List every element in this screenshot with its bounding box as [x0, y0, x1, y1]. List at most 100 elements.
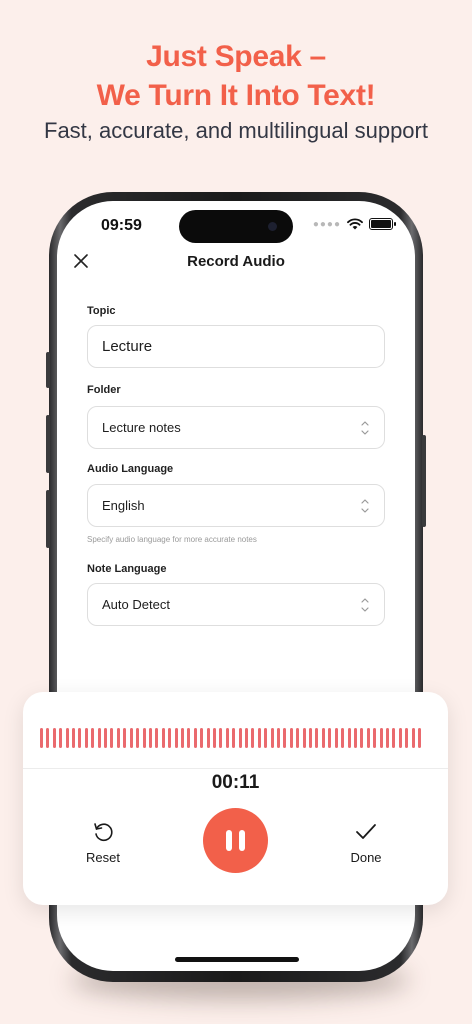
dynamic-island [179, 210, 293, 243]
waveform-bar [193, 728, 197, 748]
audio-language-value: English [102, 498, 145, 513]
reset-icon [94, 823, 113, 842]
note-language-value: Auto Detect [102, 597, 170, 612]
waveform [40, 728, 421, 750]
waveform-bar [347, 728, 351, 748]
topic-value: Lecture [102, 338, 153, 355]
waveform-bar [136, 728, 140, 748]
phone-volume-up [46, 415, 50, 473]
status-icons: ●●●● [312, 218, 396, 230]
waveform-bar [360, 728, 364, 748]
waveform-bar [251, 728, 255, 748]
waveform-bar [417, 728, 421, 748]
waveform-bar [142, 728, 146, 748]
done-button[interactable]: Done [336, 820, 396, 865]
phone-side-button [46, 352, 50, 388]
waveform-bar [289, 728, 293, 748]
waveform-bar [245, 728, 248, 748]
divider [23, 768, 448, 769]
waveform-bar [225, 728, 229, 748]
waveform-bar [277, 728, 281, 748]
waveform-bar [200, 728, 204, 748]
waveform-bar [232, 728, 236, 748]
audio-language-label: Audio Language [87, 463, 174, 475]
waveform-bar [97, 728, 101, 748]
waveform-bar [206, 728, 210, 748]
pause-icon-bar [239, 830, 245, 851]
pause-icon [226, 830, 232, 851]
waveform-bar [72, 728, 76, 748]
promo-subheadline: Fast, accurate, and multilingual support [44, 118, 428, 143]
waveform-bar [302, 728, 306, 748]
waveform-bar [315, 728, 319, 748]
folder-value: Lecture notes [102, 420, 181, 435]
waveform-bar [405, 728, 409, 748]
page-title: Record Audio [187, 253, 285, 270]
waveform-bar [270, 728, 274, 748]
waveform-bar [238, 728, 242, 748]
phone-volume-down [46, 490, 50, 548]
waveform-bar [84, 728, 88, 748]
signal-dots-icon: ●●●● [312, 218, 341, 230]
waveform-bar [328, 728, 332, 748]
waveform-bar [379, 728, 383, 748]
waveform-bar [219, 728, 223, 748]
waveform-bar [296, 728, 300, 748]
wifi-icon [347, 218, 363, 230]
waveform-bar [78, 728, 82, 748]
waveform-bar [110, 728, 114, 748]
waveform-bar [341, 728, 345, 748]
note-language-label: Note Language [87, 563, 167, 575]
waveform-bar [148, 728, 152, 748]
chevron-up-down-icon [361, 499, 369, 513]
waveform-bar [40, 728, 43, 748]
waveform-bar [91, 728, 95, 748]
waveform-bar [373, 728, 377, 748]
folder-label: Folder [87, 384, 121, 396]
waveform-bar [411, 728, 415, 748]
status-time: 09:59 [101, 217, 142, 234]
home-indicator [175, 957, 299, 962]
done-label: Done [350, 850, 382, 865]
topic-label: Topic [87, 305, 116, 317]
recording-timer: 00:11 [211, 772, 260, 793]
reset-button[interactable]: Reset [73, 820, 133, 865]
waveform-bar [174, 728, 178, 748]
waveform-bar [257, 728, 261, 748]
waveform-bar [283, 728, 287, 748]
folder-select[interactable]: Lecture notes [87, 406, 385, 449]
waveform-bar [353, 728, 357, 748]
pause-button[interactable] [203, 808, 268, 873]
audio-language-hint: Specify audio language for more accurate… [87, 535, 257, 544]
waveform-bar [212, 728, 216, 748]
waveform-bar [65, 728, 69, 748]
waveform-bar [366, 728, 370, 748]
note-language-select[interactable]: Auto Detect [87, 583, 385, 626]
promo-headline-line2: We Turn It Into Text! [96, 79, 376, 112]
waveform-bar [129, 728, 133, 748]
chevron-up-down-icon [361, 598, 369, 612]
audio-language-select[interactable]: English [87, 484, 385, 527]
waveform-bar [385, 728, 389, 748]
waveform-bar [309, 728, 313, 748]
waveform-bar [116, 728, 120, 748]
waveform-bar [123, 728, 127, 748]
waveform-bar [264, 728, 268, 748]
waveform-bar [155, 728, 159, 748]
waveform-bar [161, 728, 165, 748]
waveform-bar [180, 728, 184, 748]
phone-power-button [422, 435, 426, 527]
topic-input[interactable]: Lecture [87, 325, 385, 368]
waveform-bar [398, 728, 402, 748]
waveform-bar [321, 728, 325, 748]
waveform-bar [187, 728, 191, 748]
waveform-bar [104, 728, 108, 748]
recording-panel: 00:11 Reset Done [23, 692, 448, 905]
waveform-bar [334, 728, 338, 748]
waveform-bar [52, 728, 56, 748]
promo-headline-line1: Just Speak – [146, 40, 326, 73]
battery-icon [369, 218, 396, 230]
reset-label: Reset [86, 850, 120, 865]
waveform-bar [168, 728, 172, 748]
waveform-bar [46, 728, 50, 748]
